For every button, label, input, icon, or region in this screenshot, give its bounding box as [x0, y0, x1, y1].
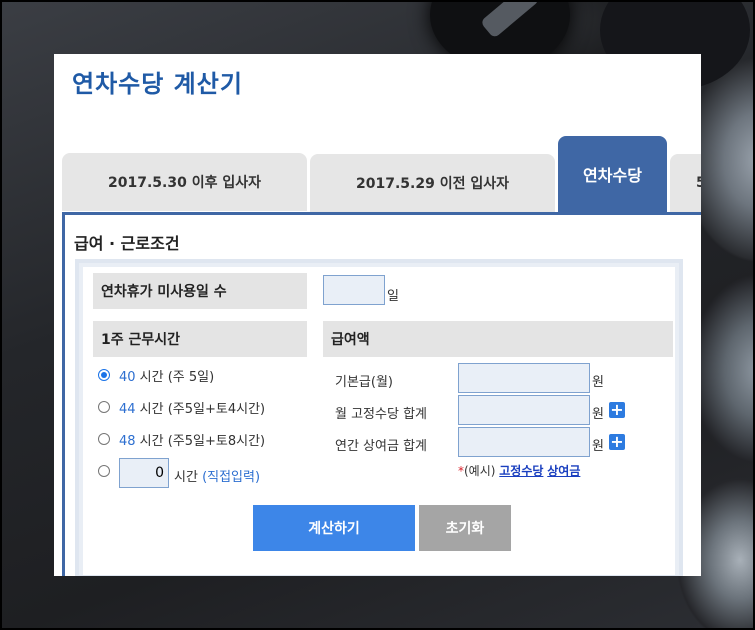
option-44-hours[interactable]: 44 시간 (주5일+토4시간) — [119, 398, 265, 417]
unused-days-unit: 일 — [387, 289, 399, 304]
radio-48-hours[interactable] — [98, 433, 110, 445]
tab-content: 급여 · 근로조건 연차휴가 미사용일 수 일 1주 근무시간 급여액 40 시… — [62, 212, 701, 576]
fixed-allowance-example-link[interactable]: 고정수당 — [499, 464, 543, 478]
fixed-allowance-input[interactable] — [458, 395, 590, 425]
option-40-hours[interactable]: 40 시간 (주 5일) — [119, 366, 214, 385]
reset-button[interactable]: 초기화 — [419, 505, 511, 551]
fixed-allowance-label: 월 고정수당 합계 — [335, 407, 427, 422]
add-annual-bonus-plus-icon[interactable]: + — [609, 434, 625, 450]
custom-hours-input[interactable]: 0 — [119, 458, 169, 488]
base-salary-unit: 원 — [592, 375, 604, 390]
example-note: *(예시) 고정수당 상여금 — [458, 464, 581, 478]
tab-next[interactable]: 5 — [670, 154, 701, 212]
section-title: 급여 · 근로조건 — [74, 234, 180, 253]
calculate-button[interactable]: 계산하기 — [253, 505, 415, 551]
custom-hours-label: 시간 (직접입력) — [174, 470, 261, 485]
annual-bonus-label: 연간 상여금 합계 — [335, 439, 427, 454]
annual-bonus-unit: 원 — [592, 439, 604, 454]
unused-days-label: 연차휴가 미사용일 수 — [93, 273, 307, 309]
fixed-allowance-unit: 원 — [592, 407, 604, 422]
weekly-hours-header: 1주 근무시간 — [93, 321, 307, 357]
annual-bonus-input[interactable] — [458, 427, 590, 457]
bonus-example-link[interactable]: 상여금 — [547, 464, 580, 478]
tab-annual-leave-pay[interactable]: 연차수당 — [558, 136, 667, 212]
salary-header: 급여액 — [323, 321, 673, 357]
base-salary-label: 기본급(월) — [335, 375, 393, 390]
add-fixed-allowance-plus-icon[interactable]: + — [609, 402, 625, 418]
tab-after-2017-5-30[interactable]: 2017.5.30 이후 입사자 — [62, 153, 307, 211]
calculator-panel: 연차수당 계산기 2017.5.30 이후 입사자 2017.5.29 이전 입… — [54, 54, 701, 576]
unused-days-input[interactable] — [323, 275, 385, 305]
radio-custom-hours[interactable] — [98, 465, 110, 477]
radio-44-hours[interactable] — [98, 401, 110, 413]
base-salary-input[interactable] — [458, 363, 590, 393]
radio-40-hours[interactable] — [98, 369, 110, 381]
page-title: 연차수당 계산기 — [72, 70, 243, 98]
form-box: 연차휴가 미사용일 수 일 1주 근무시간 급여액 40 시간 (주 5일) 4… — [75, 259, 683, 576]
option-48-hours[interactable]: 48 시간 (주5일+토8시간) — [119, 430, 265, 449]
tab-before-2017-5-29[interactable]: 2017.5.29 이전 입사자 — [310, 154, 555, 212]
